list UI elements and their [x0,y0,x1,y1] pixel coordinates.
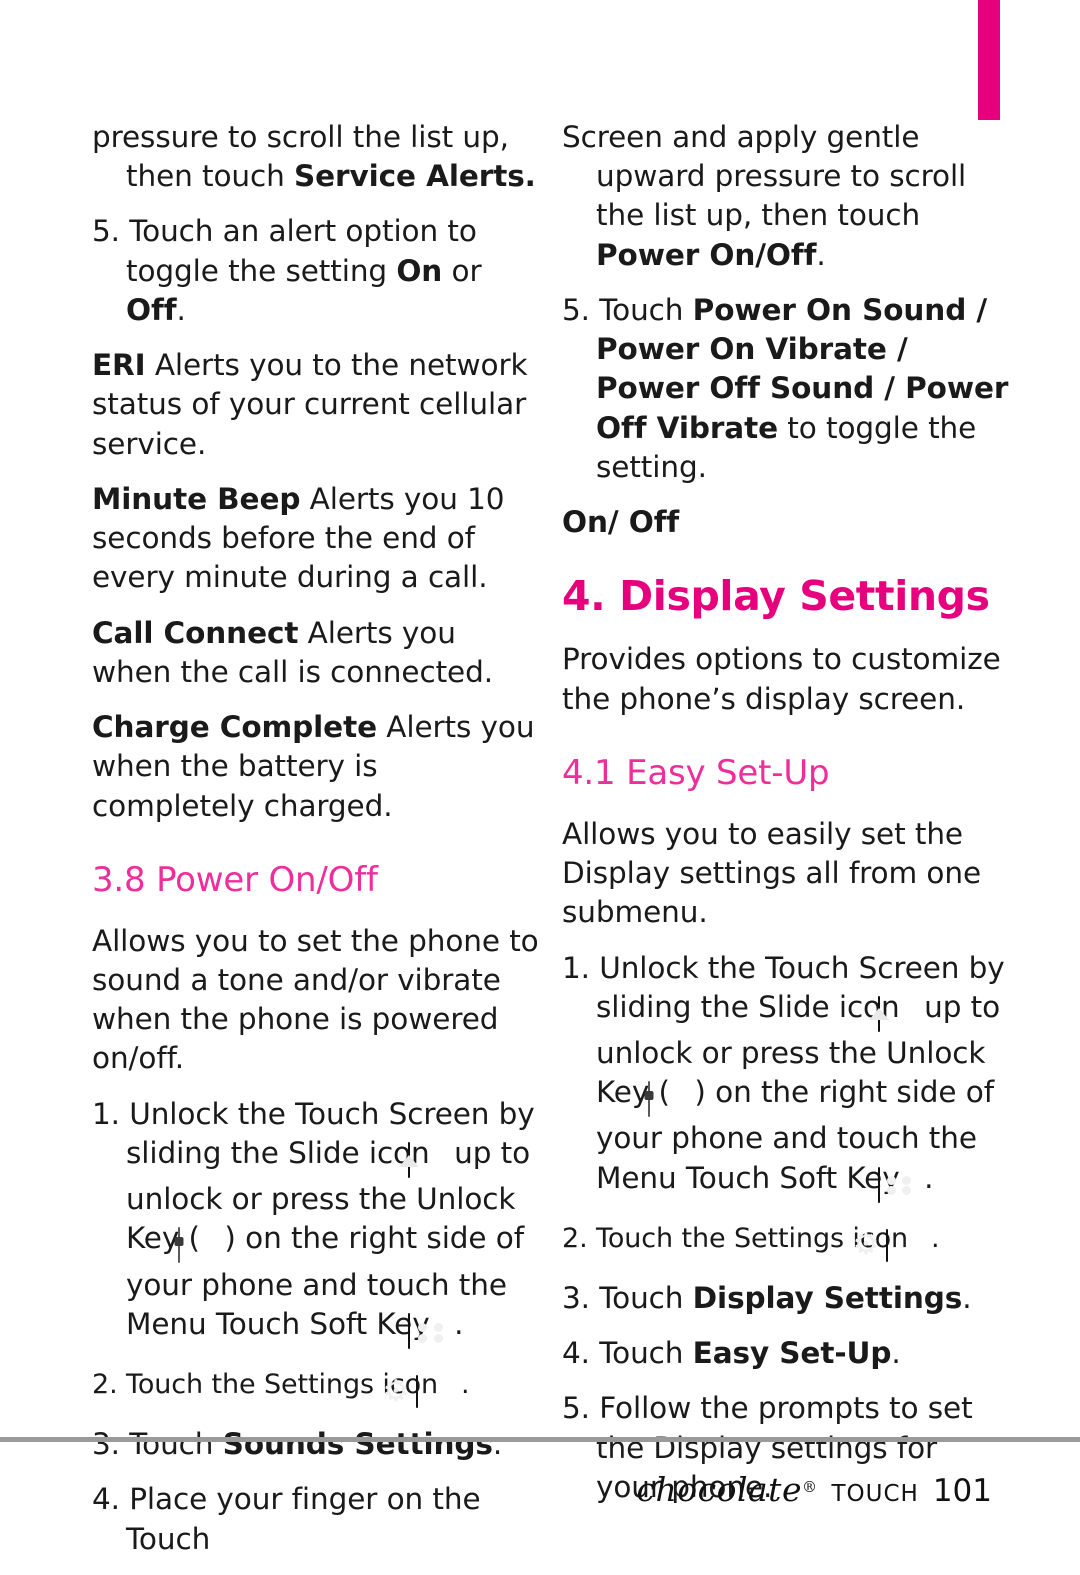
term-eri: ERI [92,348,146,383]
text-bold: On [396,253,443,288]
text-bold: Power On/Off [596,237,817,272]
right-step-5-toggle: 5. Touch Power On Sound / Power On Vibra… [562,291,1012,487]
text-run: . [962,1281,972,1316]
two-column-body: pressure to scroll the list up, then tou… [0,118,1080,1575]
text-run: . [452,1369,470,1401]
text-bold: Display Settings [692,1281,963,1316]
text-run: . [914,1160,934,1195]
definition-charge-complete: Charge Complete Alerts you when the batt… [92,708,542,826]
left-step-4: 4. Place your finger on the Touch [92,1480,542,1558]
text-run: . [816,237,826,272]
text-bold: Service Alerts. [294,159,536,194]
right-column: Screen and apply gentle upward pressure … [562,118,1032,1575]
left-step-1: 1. Unlock the Touch Screen by sliding th… [92,1095,542,1351]
left-step-2: 2. Touch the Settings icon . [92,1367,542,1409]
paragraph-easy-setup-intro: Allows you to easily set the Display set… [562,815,1012,933]
text-run: 3. Touch [92,1427,223,1462]
term-call-connect: Call Connect [92,615,299,650]
paragraph-power-onoff-intro: Allows you to set the phone to sound a t… [92,922,542,1079]
right-step-2: 2. Touch the Settings icon . [562,1221,1012,1263]
section-heading-3-8: 3.8 Power On/Off [92,859,378,900]
left-step-3: 3. Touch Sounds Settings. [92,1425,542,1464]
definition-eri: ERI Alerts you to the network status of … [92,346,542,464]
page-number: 101 [932,1473,992,1509]
brand-subtitle: TOUCH [831,1481,919,1507]
page-footer: chocolate® TOUCH 101 [637,1470,993,1509]
text-run: 3. Touch [562,1281,693,1316]
right-step-4: 4. Touch Easy Set-Up. [562,1334,1012,1373]
paragraph-display-settings-intro: Provides options to customize the phone’… [562,640,1012,718]
paragraph-service-alerts: pressure to scroll the list up, then tou… [92,118,542,196]
step-5-alert-toggle: 5. Touch an alert option to toggle the s… [92,212,542,330]
page-edge-tab-marker [978,0,1000,120]
brand-name: chocolate [636,1470,802,1509]
brand-logo: chocolate® [637,1470,818,1509]
footer-divider [0,1437,1080,1442]
text-run: Alerts you to the network status of your… [92,348,528,461]
registered-mark-icon: ® [801,1478,818,1496]
text-bold: On/ Off [562,505,680,540]
on-off-label: On/ Off [562,503,1012,542]
text-run: . [492,1427,503,1462]
text-run: . [444,1306,464,1341]
text-run: 5. Touch [562,292,693,327]
section-heading-4-1: 4.1 Easy Set-Up [562,752,830,793]
definition-call-connect: Call Connect Alerts you when the call is… [92,614,542,692]
text-run: Screen and apply gentle upward pressure … [562,120,967,233]
text-run: or [442,253,482,288]
text-bold: Off [126,292,177,327]
term-charge-complete: Charge Complete [92,710,378,745]
definition-minute-beep: Minute Beep Alerts you 10 seconds before… [92,480,542,598]
right-step-1: 1. Unlock the Touch Screen by sliding th… [562,949,1012,1205]
text-run: . [176,292,186,327]
paragraph-power-onoff-continued: Screen and apply gentle upward pressure … [562,118,1012,275]
text-run: 4. Place your finger on the Touch [92,1482,481,1556]
text-run: Allows you to easily set the Display set… [562,816,982,930]
left-column: pressure to scroll the list up, then tou… [92,118,562,1575]
manual-page: pressure to scroll the list up, then tou… [0,0,1080,1556]
text-run: . [891,1336,901,1371]
right-step-3: 3. Touch Display Settings. [562,1279,1012,1318]
text-run: Provides options to customize the phone’… [562,642,1001,716]
text-bold: Sounds Settings [222,1427,493,1462]
text-run: 4. Touch [562,1336,693,1371]
chapter-heading-4: 4. Display Settings [562,572,990,621]
text-run: Allows you to set the phone to sound a t… [92,923,539,1076]
text-bold: Easy Set-Up [692,1336,892,1371]
term-minute-beep: Minute Beep [92,481,301,516]
text-run: . [922,1222,940,1254]
